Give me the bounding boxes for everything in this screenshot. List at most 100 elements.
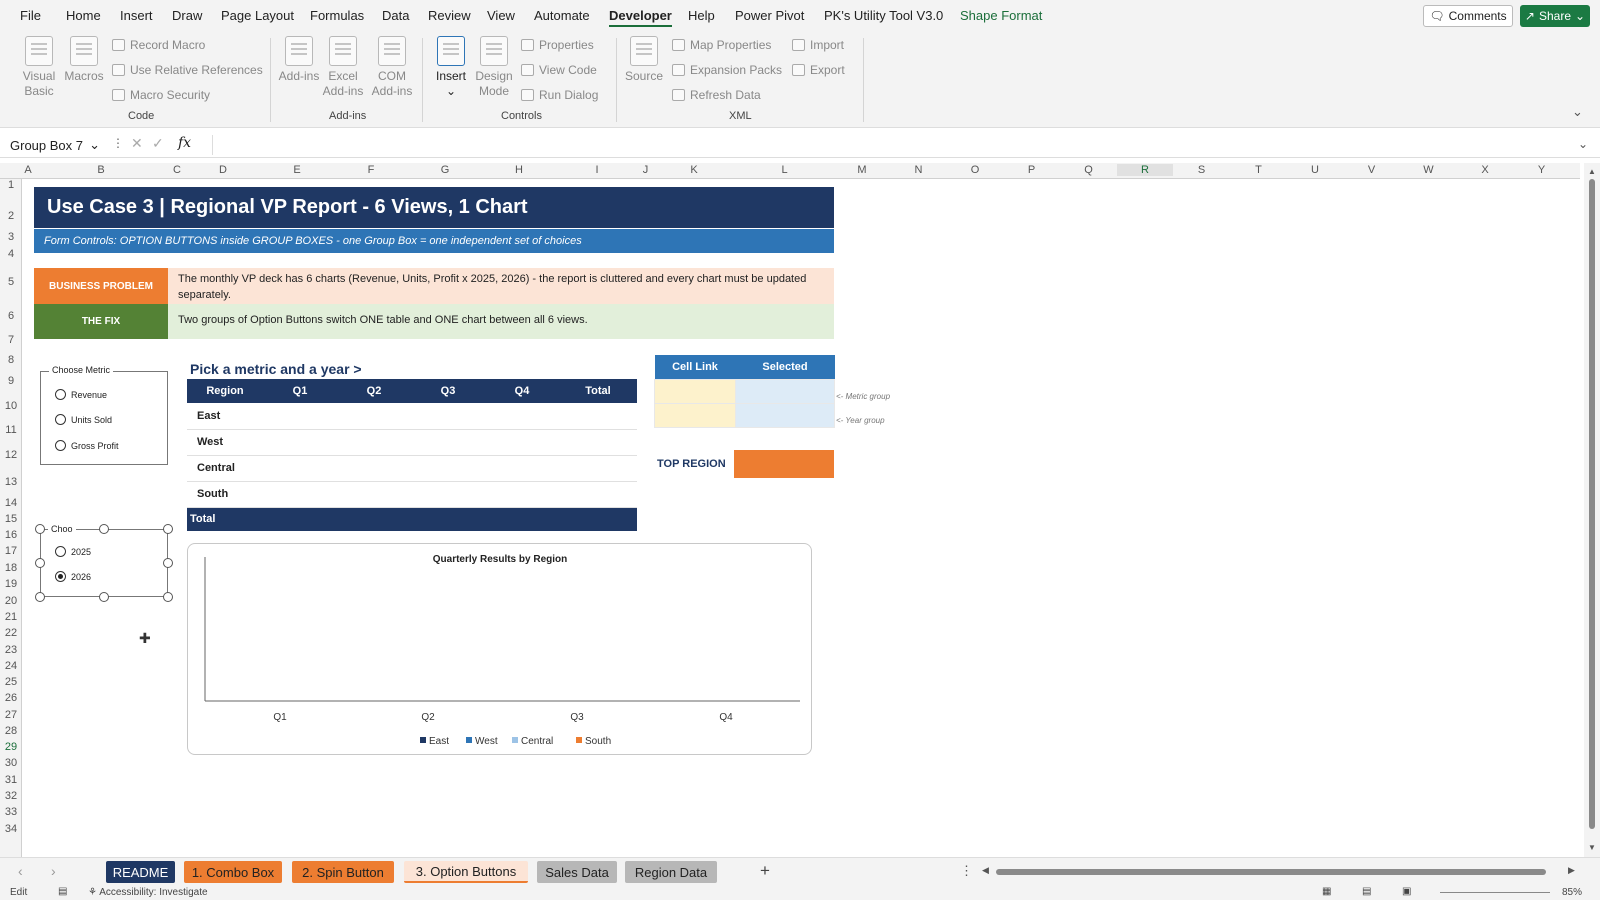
menu-power-pivot[interactable]: Power Pivot xyxy=(735,8,804,23)
menu-developer[interactable]: Developer xyxy=(609,8,672,27)
column-header[interactable]: D xyxy=(186,164,260,176)
column-header[interactable]: K xyxy=(653,164,735,176)
menu-utility-tool[interactable]: PK's Utility Tool V3.0 xyxy=(824,8,943,23)
record-macro-button[interactable]: Record Macro xyxy=(112,38,205,52)
scroll-down-icon[interactable]: ▼ xyxy=(1588,843,1596,852)
share-button[interactable]: ↗ Share ⌄ xyxy=(1520,5,1590,27)
value-cell[interactable] xyxy=(485,481,559,508)
view-code-button[interactable]: View Code xyxy=(521,63,597,77)
row-header[interactable]: 14 xyxy=(0,497,22,509)
column-header[interactable]: N xyxy=(890,164,947,176)
menu-file[interactable]: File xyxy=(20,8,41,23)
radio-button[interactable] xyxy=(55,414,66,425)
row-header[interactable]: 1 xyxy=(0,179,22,191)
value-cell[interactable] xyxy=(337,455,411,482)
option-2025[interactable]: 2025 xyxy=(55,546,91,557)
collapse-ribbon-icon[interactable]: ⌄ xyxy=(1572,104,1583,120)
zoom-slider[interactable] xyxy=(1440,892,1550,893)
row-header[interactable]: 32 xyxy=(0,790,22,802)
value-cell[interactable] xyxy=(411,403,485,430)
prev-sheet-icon[interactable]: ‹ xyxy=(18,863,23,879)
option-revenue[interactable]: Revenue xyxy=(55,389,107,400)
column-header[interactable]: G xyxy=(408,164,482,176)
value-cell[interactable] xyxy=(559,403,637,430)
value-cell[interactable] xyxy=(411,455,485,482)
value-cell[interactable] xyxy=(337,429,411,456)
page-layout-icon[interactable]: ▤ xyxy=(1362,886,1371,897)
macro-record-icon[interactable]: ▤ xyxy=(58,886,67,897)
page-break-icon[interactable]: ▣ xyxy=(1402,886,1411,897)
menu-data[interactable]: Data xyxy=(382,8,409,23)
region-cell[interactable]: South xyxy=(187,481,263,508)
sheet-tab-sales-data[interactable]: Sales Data xyxy=(537,861,617,883)
menu-shape-format[interactable]: Shape Format xyxy=(960,8,1042,23)
row-header[interactable]: 7 xyxy=(0,334,22,346)
value-cell[interactable] xyxy=(337,507,411,531)
menu-home[interactable]: Home xyxy=(66,8,101,23)
visual-basic-button[interactable]: Visual Basic xyxy=(16,36,62,99)
export-button[interactable]: Export xyxy=(792,63,845,77)
row-header[interactable]: 25 xyxy=(0,676,22,688)
column-header[interactable]: U xyxy=(1287,164,1343,176)
value-cell[interactable] xyxy=(559,455,637,482)
sheet-tab-spin-button[interactable]: 2. Spin Button xyxy=(292,861,394,883)
chart[interactable]: Quarterly Results by Region Q1 Q2 Q3 Q4 Eas… xyxy=(187,543,812,755)
next-sheet-icon[interactable]: › xyxy=(51,863,56,879)
row-header[interactable]: 28 xyxy=(0,725,22,737)
value-cell[interactable] xyxy=(559,507,637,531)
run-dialog-button[interactable]: Run Dialog xyxy=(521,88,598,102)
menu-help[interactable]: Help xyxy=(688,8,715,23)
column-header[interactable]: P xyxy=(1003,164,1060,176)
excel-add-ins-button[interactable]: Excel Add-ins xyxy=(320,36,366,99)
add-ins-button[interactable]: Add-ins xyxy=(276,36,322,84)
more-options-icon[interactable]: ⋮ xyxy=(960,863,973,879)
menu-page-layout[interactable]: Page Layout xyxy=(221,8,294,23)
relative-references-button[interactable]: Use Relative References xyxy=(112,63,263,77)
value-cell[interactable] xyxy=(263,507,337,531)
column-header[interactable]: T xyxy=(1230,164,1287,176)
top-region-value[interactable] xyxy=(734,450,834,478)
row-header[interactable]: 17 xyxy=(0,545,22,557)
option-gross-profit[interactable]: Gross Profit xyxy=(55,440,119,451)
row-header[interactable]: 16 xyxy=(0,529,22,541)
year-group-title[interactable]: Choo xyxy=(48,524,76,534)
row-header[interactable]: 26 xyxy=(0,692,22,704)
row-header[interactable]: 23 xyxy=(0,644,22,656)
column-header[interactable]: A xyxy=(22,164,34,176)
sheet-tab-combo-box[interactable]: 1. Combo Box xyxy=(184,861,282,883)
resize-handle[interactable] xyxy=(35,592,45,602)
region-cell[interactable]: West xyxy=(187,429,263,456)
column-header-selected[interactable]: R xyxy=(1117,164,1173,176)
menu-automate[interactable]: Automate xyxy=(534,8,590,23)
resize-handle[interactable] xyxy=(163,592,173,602)
properties-button[interactable]: Properties xyxy=(521,38,594,52)
resize-handle[interactable] xyxy=(35,558,45,568)
sheet-tab-readme[interactable]: README xyxy=(106,861,175,883)
column-header[interactable]: J xyxy=(638,164,653,176)
sheet-tab-region-data[interactable]: Region Data xyxy=(625,861,717,883)
metric-group-box[interactable]: Choose Metric Revenue Units Sold Gross P… xyxy=(40,365,168,465)
column-header[interactable]: C xyxy=(168,164,186,176)
refresh-data-button[interactable]: Refresh Data xyxy=(672,88,761,102)
column-header[interactable]: W xyxy=(1400,164,1457,176)
scroll-right-icon[interactable]: ▶ xyxy=(1568,865,1575,876)
row-header[interactable]: 21 xyxy=(0,611,22,623)
year-link-cell[interactable] xyxy=(654,402,736,428)
row-header[interactable]: 5 xyxy=(0,276,22,288)
more-options-icon[interactable]: ⋮ xyxy=(112,136,124,150)
resize-handle[interactable] xyxy=(99,524,109,534)
design-mode-button[interactable]: Design Mode xyxy=(471,36,517,99)
macros-button[interactable]: Macros xyxy=(61,36,107,84)
radio-button[interactable] xyxy=(55,440,66,451)
radio-button-selected[interactable] xyxy=(55,571,66,582)
column-header[interactable]: E xyxy=(260,164,334,176)
zoom-level[interactable]: 85% xyxy=(1562,887,1582,898)
column-header[interactable]: O xyxy=(947,164,1003,176)
value-cell[interactable] xyxy=(559,481,637,508)
row-header[interactable]: 3 xyxy=(0,231,22,243)
map-properties-button[interactable]: Map Properties xyxy=(672,38,771,52)
resize-handle[interactable] xyxy=(163,558,173,568)
option-2026[interactable]: 2026 xyxy=(55,571,91,582)
scroll-up-icon[interactable]: ▲ xyxy=(1588,167,1596,176)
accessibility-status[interactable]: ⚘ Accessibility: Investigate xyxy=(88,887,208,898)
